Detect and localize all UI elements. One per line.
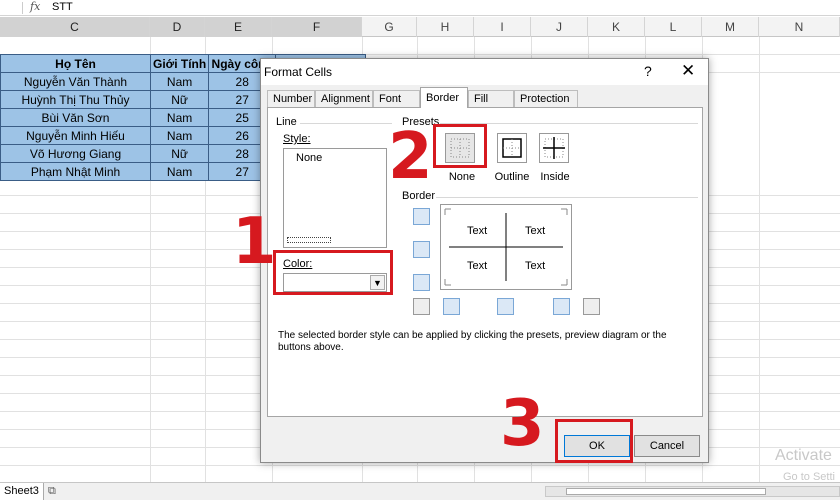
line-group-label: Line — [276, 116, 297, 128]
annotation-box-ok — [555, 419, 633, 463]
tab-alignment[interactable]: Alignment — [315, 90, 373, 108]
column-header-h[interactable]: H — [417, 17, 474, 37]
column-header-n[interactable]: N — [759, 17, 840, 37]
border-middle-button[interactable] — [413, 241, 430, 258]
style-option-none[interactable]: None — [296, 152, 322, 164]
annotation-box-color — [273, 250, 393, 295]
preset-outline-icon — [502, 138, 522, 158]
tab-font[interactable]: Font — [373, 90, 420, 108]
preset-none-label: None — [448, 171, 476, 183]
column-header-i[interactable]: I — [474, 17, 531, 37]
dialog-title-bar[interactable]: Format Cells ? ✕ — [261, 59, 708, 85]
sheet-tab[interactable]: Sheet3 — [0, 483, 44, 500]
column-header-d[interactable]: D — [150, 17, 205, 37]
formula-bar: fx STT — [0, 0, 840, 16]
cell-name[interactable]: Võ Hương Giang — [0, 144, 151, 163]
tab-number[interactable]: Number — [267, 90, 315, 108]
cell-gender[interactable]: Nam — [149, 126, 210, 145]
scrollbar-thumb[interactable] — [566, 488, 766, 495]
formula-separator — [22, 2, 23, 14]
cell-gender[interactable]: Nam — [149, 162, 210, 181]
cell-name[interactable]: Huỳnh Thị Thu Thủy — [0, 90, 151, 109]
line-style-dotted[interactable] — [287, 237, 331, 243]
annotation-step-2: 2 — [388, 120, 433, 194]
cell-gender[interactable]: Nam — [149, 72, 210, 91]
preview-text: Text — [525, 260, 546, 272]
line-style-list[interactable]: None — [283, 148, 387, 248]
column-header-j[interactable]: J — [531, 17, 588, 37]
border-right-button[interactable] — [553, 298, 570, 315]
border-description: The selected border style can be applied… — [278, 330, 667, 353]
border-diagonal-up-button[interactable] — [413, 298, 430, 315]
cell-name[interactable]: Phạm Nhật Minh — [0, 162, 151, 181]
sheet-options-icon[interactable]: ⧉ — [48, 485, 56, 498]
cell-gender[interactable]: Nam — [149, 108, 210, 127]
column-header-m[interactable]: M — [702, 17, 759, 37]
preview-text: Text — [467, 225, 488, 237]
column-header-l[interactable]: L — [645, 17, 702, 37]
cell-name[interactable]: Nguyễn Minh Hiếu — [0, 126, 151, 145]
activate-watermark: Activate — [775, 447, 832, 464]
preset-inside-button[interactable] — [539, 133, 569, 163]
sheet-tab-bar: Sheet3 ⧉ — [0, 482, 840, 500]
dialog-title: Format Cells — [264, 65, 333, 79]
preview-text: Text — [525, 225, 546, 237]
cell-gender[interactable]: Nữ — [149, 144, 210, 163]
preview-text: Text — [467, 260, 488, 272]
tab-fill[interactable]: Fill — [468, 90, 514, 108]
cell-name[interactable]: Bùi Văn Sơn — [0, 108, 151, 127]
header-gioi-tinh[interactable]: Giới Tính — [149, 54, 210, 73]
border-bottom-button[interactable] — [413, 274, 430, 291]
column-header-e[interactable]: E — [205, 17, 272, 37]
column-header-g[interactable]: G — [362, 17, 417, 37]
style-label: Style: — [283, 133, 311, 145]
formula-input[interactable]: STT — [52, 1, 73, 13]
column-header-k[interactable]: K — [588, 17, 645, 37]
border-center-button[interactable] — [497, 298, 514, 315]
cancel-button[interactable]: Cancel — [634, 435, 700, 457]
column-header-f[interactable]: F — [272, 17, 362, 37]
horizontal-scrollbar[interactable] — [545, 486, 840, 497]
fx-icon[interactable]: fx — [30, 0, 40, 13]
border-top-button[interactable] — [413, 208, 430, 225]
help-icon[interactable]: ? — [644, 63, 652, 79]
preset-outline-label: Outline — [494, 171, 530, 183]
header-ho-ten[interactable]: Họ Tên — [0, 54, 151, 73]
preset-inside-label: Inside — [540, 171, 570, 183]
tab-protection[interactable]: Protection — [514, 90, 578, 108]
preview-cross-icon — [444, 208, 568, 286]
cell-name[interactable]: Nguyễn Văn Thành — [0, 72, 151, 91]
close-icon[interactable]: ✕ — [681, 61, 695, 81]
border-diagonal-down-button[interactable] — [583, 298, 600, 315]
annotation-step-1: 1 — [232, 205, 277, 279]
column-header-c[interactable]: C — [0, 17, 150, 37]
preset-outline-button[interactable] — [497, 133, 527, 163]
annotation-box-preset-none — [433, 124, 487, 168]
border-left-button[interactable] — [443, 298, 460, 315]
annotation-step-3: 3 — [500, 387, 545, 461]
preset-inside-icon — [543, 137, 565, 159]
column-headers: C D E F G H I J K L M N — [0, 17, 840, 37]
tab-border[interactable]: Border — [420, 87, 468, 108]
border-preview[interactable]: Text Text Text Text — [440, 204, 572, 290]
cell-gender[interactable]: Nữ — [149, 90, 210, 109]
